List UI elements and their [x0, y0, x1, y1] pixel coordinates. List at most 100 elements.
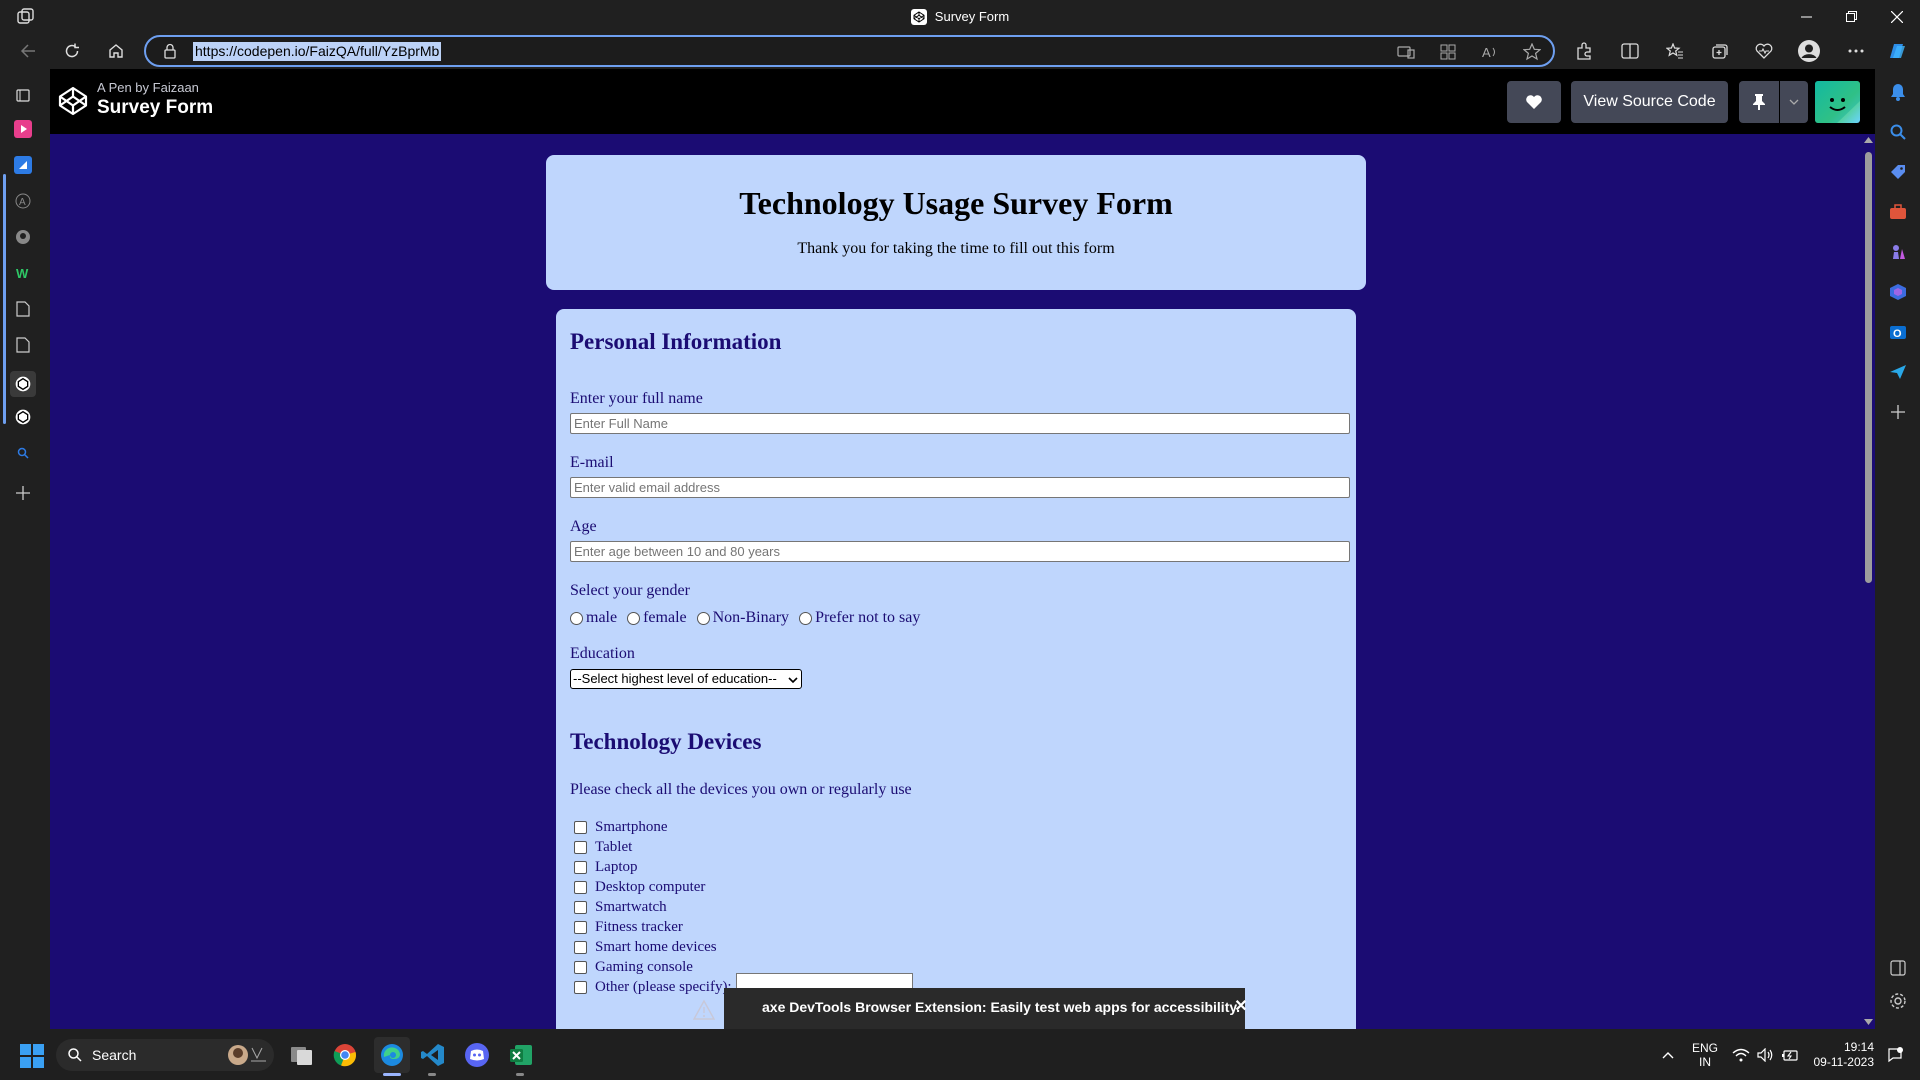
checkbox[interactable] — [574, 840, 587, 854]
checkbox[interactable] — [574, 880, 587, 894]
user-avatar[interactable] — [1815, 81, 1860, 123]
checkbox[interactable] — [574, 920, 587, 934]
back-button[interactable] — [14, 37, 42, 65]
pin-dropdown-button[interactable] — [1780, 81, 1808, 123]
device-option-smart-home[interactable]: Smart home devices — [570, 937, 913, 957]
more-options-icon[interactable] — [1842, 37, 1870, 65]
copilot-icon[interactable] — [1883, 37, 1911, 65]
toast-close-icon[interactable]: ✕ — [1233, 998, 1249, 1015]
notification-center-icon[interactable] — [1880, 1030, 1910, 1080]
copilot-m365-icon[interactable] — [1887, 281, 1909, 303]
view-source-button[interactable]: View Source Code — [1571, 81, 1728, 123]
windows-start-icon[interactable] — [20, 1044, 44, 1068]
email-input[interactable]: Enter valid email address — [570, 477, 1350, 498]
games-chess-icon[interactable] — [1887, 241, 1909, 263]
tools-briefcase-icon[interactable] — [1887, 201, 1909, 223]
tab-editor-icon[interactable] — [13, 155, 33, 175]
gender-option-prefer-not[interactable]: Prefer not to say — [799, 609, 920, 627]
tab-search-icon[interactable] — [13, 443, 33, 463]
device-option-smartphone[interactable]: Smartphone — [570, 817, 913, 837]
checkbox[interactable] — [574, 980, 587, 994]
gender-option-female[interactable]: female — [627, 609, 687, 627]
radio-button[interactable] — [627, 611, 641, 625]
pin-button[interactable] — [1739, 81, 1779, 123]
other-device-input[interactable] — [735, 973, 913, 989]
tab-document-icon-2[interactable] — [13, 335, 33, 355]
gender-option-male[interactable]: male — [570, 609, 617, 627]
age-input[interactable]: Enter age between 10 and 80 years — [570, 541, 1350, 562]
checkbox[interactable] — [574, 900, 587, 914]
survey-description: Thank you for taking the time to fill ou… — [797, 240, 1115, 257]
favorites-icon[interactable] — [1661, 37, 1689, 65]
sidebar-settings-icon[interactable] — [1887, 990, 1909, 1012]
checkbox[interactable] — [574, 960, 587, 974]
education-select[interactable]: --Select highest level of education-- — [570, 669, 802, 689]
grid-apps-icon[interactable] — [1437, 42, 1459, 62]
shopping-tag-icon[interactable] — [1887, 161, 1909, 183]
favorite-star-icon[interactable] — [1521, 42, 1543, 62]
codepen-logo-icon[interactable] — [57, 85, 89, 117]
collections-icon[interactable] — [1706, 37, 1734, 65]
excel-icon[interactable] — [506, 1040, 536, 1070]
browser-essentials-icon[interactable] — [1750, 37, 1778, 65]
read-aloud-icon[interactable]: A — [1479, 42, 1501, 62]
taskbar-search-box[interactable]: Search — [56, 1039, 274, 1071]
volume-icon[interactable] — [1755, 1030, 1777, 1080]
name-input[interactable]: Enter Full Name — [570, 413, 1350, 434]
scrollbar-thumb[interactable] — [1865, 152, 1872, 583]
checkbox[interactable] — [574, 940, 587, 954]
vertical-scrollbar[interactable] — [1862, 134, 1875, 1029]
radio-button[interactable] — [696, 611, 710, 625]
tab-github-icon[interactable] — [13, 227, 33, 247]
tab-codepen-icon[interactable] — [13, 407, 33, 427]
pen-byline[interactable]: A Pen by Faizaan — [97, 80, 199, 95]
edge-icon[interactable] — [374, 1037, 410, 1073]
lock-icon[interactable] — [162, 43, 178, 59]
tab-w-icon[interactable]: W — [13, 263, 33, 283]
tab-media-icon[interactable] — [13, 119, 33, 139]
language-indicator[interactable]: ENG IN — [1690, 1030, 1720, 1080]
hide-sidebar-icon[interactable] — [1887, 957, 1909, 979]
heart-button[interactable] — [1507, 81, 1561, 123]
app-available-icon[interactable] — [1395, 42, 1417, 62]
tab-document-icon[interactable] — [13, 299, 33, 319]
notifications-icon[interactable] — [1887, 81, 1909, 103]
split-screen-icon[interactable] — [1616, 37, 1644, 65]
device-option-laptop[interactable]: Laptop — [570, 857, 913, 877]
task-view-icon[interactable] — [287, 1040, 317, 1070]
excel-running-indicator — [516, 1073, 524, 1076]
close-button[interactable] — [1874, 0, 1920, 33]
extensions-icon[interactable] — [1570, 37, 1598, 65]
gender-option-nonbinary[interactable]: Non-Binary — [696, 609, 789, 627]
restore-button[interactable] — [1828, 0, 1874, 33]
home-button[interactable] — [102, 37, 130, 65]
show-hidden-icons-chevron-icon[interactable] — [1656, 1030, 1680, 1080]
chrome-icon[interactable] — [330, 1040, 360, 1070]
tab-angular-icon[interactable]: A — [13, 191, 33, 211]
checkbox[interactable] — [574, 820, 587, 834]
sidebar-search-icon[interactable] — [1887, 121, 1909, 143]
radio-button[interactable] — [799, 611, 813, 625]
clock[interactable]: 19:14 09-11-2023 — [1806, 1030, 1875, 1080]
wifi-icon[interactable] — [1730, 1030, 1752, 1080]
device-option-smartwatch[interactable]: Smartwatch — [570, 897, 913, 917]
device-option-tablet[interactable]: Tablet — [570, 837, 913, 857]
sidebar-add-icon[interactable] — [1887, 401, 1909, 423]
drop-send-icon[interactable] — [1887, 361, 1909, 383]
url-text[interactable]: https://codepen.io/FaizQA/full/YzBprMb — [193, 42, 442, 61]
radio-button[interactable] — [570, 611, 583, 625]
tab-codepen-active-icon[interactable] — [10, 371, 36, 397]
discord-icon[interactable] — [462, 1040, 492, 1070]
profile-icon[interactable] — [1795, 37, 1823, 65]
address-bar[interactable]: https://codepen.io/FaizQA/full/YzBprMb A — [144, 35, 1555, 67]
minimize-button[interactable] — [1783, 0, 1829, 33]
device-option-fitness-tracker[interactable]: Fitness tracker — [570, 917, 913, 937]
tab-actions-icon[interactable] — [13, 85, 33, 105]
new-tab-icon[interactable] — [13, 483, 33, 503]
device-option-desktop[interactable]: Desktop computer — [570, 877, 913, 897]
checkbox[interactable] — [574, 860, 587, 874]
outlook-icon[interactable]: O — [1887, 321, 1909, 343]
refresh-button[interactable] — [58, 37, 86, 65]
vscode-icon[interactable] — [418, 1040, 448, 1070]
battery-icon[interactable] — [1779, 1030, 1801, 1080]
